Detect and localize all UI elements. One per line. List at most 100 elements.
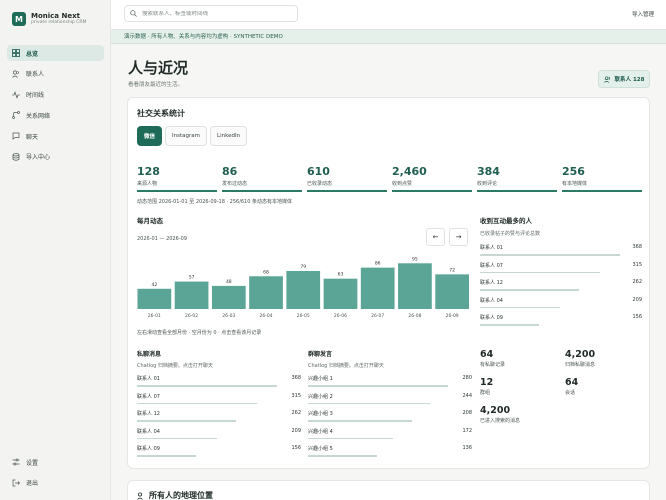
stat-label: 收到评论 <box>477 181 498 187</box>
list-item[interactable]: 联系人 09 156 <box>137 443 301 461</box>
users-icon <box>603 75 610 83</box>
activity-icon <box>12 90 20 99</box>
import-manage-link[interactable]: 导入管理 <box>632 10 654 18</box>
list-item-value: 368 <box>291 375 301 381</box>
list-item[interactable]: 兴趣小组 5 136 <box>308 443 472 461</box>
list-item[interactable]: 联系人 12 262 <box>137 408 301 426</box>
geo-title: 所有人的地理位置 <box>149 491 213 500</box>
bar-26-06[interactable] <box>323 278 358 309</box>
bar-26-08[interactable] <box>398 263 432 309</box>
list-item-name: 兴趣小组 3 <box>308 411 333 417</box>
prev-month-button[interactable]: ← <box>426 228 445 246</box>
search-box[interactable] <box>124 5 298 22</box>
stat-likes: 2,460 收到点赞 <box>392 165 472 192</box>
list-item-value: 315 <box>632 261 642 268</box>
list-item-value: 156 <box>632 314 642 320</box>
list-item-name: 联系人 09 <box>480 315 503 321</box>
stat-label: 已收录动态 <box>307 181 333 187</box>
list-item-value: 172 <box>462 427 472 434</box>
sidebar-item-overview[interactable]: 总览 <box>7 45 104 61</box>
sidebar-item-logout[interactable]: 退出 <box>7 475 104 491</box>
sidebar-item-label: 设置 <box>26 459 39 467</box>
list-item[interactable]: 兴趣小组 2 244 <box>308 391 472 409</box>
search-input[interactable] <box>142 10 292 17</box>
bar-26-07[interactable] <box>360 267 395 309</box>
bar-value-label: 95 <box>412 256 418 262</box>
stat-label: 收到点赞 <box>392 181 413 187</box>
stat-underline <box>307 190 387 192</box>
bar-26-09[interactable] <box>435 274 469 309</box>
topbar: 导入管理 <box>111 0 666 30</box>
list-item[interactable]: 联系人 01 368 <box>480 242 642 260</box>
sidebar-item-settings[interactable]: 设置 <box>7 454 104 470</box>
list-item-name: 兴趣小组 2 <box>308 393 333 400</box>
mini-stat-value: 64 <box>565 377 579 388</box>
contacts-count-label: 联系人 128 <box>614 77 645 83</box>
sidebar-item-label: 退出 <box>26 480 39 488</box>
tab-linkedin[interactable]: LinkedIn <box>210 126 248 146</box>
list-item[interactable]: 联系人 12 262 <box>480 277 642 295</box>
x-tick-label: 26-01 <box>148 313 161 319</box>
bar-26-03[interactable] <box>211 285 246 309</box>
bar-value-label: 57 <box>189 275 195 281</box>
list-item-bar <box>480 306 560 308</box>
top-interactions-title: 收到互动最多的人 <box>480 217 532 225</box>
next-month-button[interactable]: → <box>449 228 468 246</box>
sidebar-item-import[interactable]: 导入中心 <box>7 149 104 165</box>
list-item[interactable]: 联系人 04 209 <box>480 295 642 313</box>
list-item[interactable]: 联系人 07 315 <box>480 260 642 278</box>
list-item[interactable]: 联系人 09 156 <box>480 312 642 330</box>
bar-26-02[interactable] <box>174 281 209 309</box>
list-item-name: 联系人 01 <box>480 245 503 251</box>
x-tick-label: 26-07 <box>371 313 384 319</box>
list-item-name: 联系人 07 <box>480 262 503 269</box>
list-item[interactable]: 兴趣小组 1 280 <box>308 373 472 391</box>
list-item[interactable]: 兴趣小组 4 172 <box>308 426 472 444</box>
bar-26-01[interactable] <box>137 288 172 309</box>
stat-value: 86 <box>222 165 238 178</box>
list-item-name: 联系人 12 <box>480 280 503 286</box>
list-item-value: 280 <box>462 375 472 381</box>
stat-media: 256 有本地媒体 <box>562 165 642 192</box>
geo-title-row: 所有人的地理位置 <box>137 490 213 500</box>
mini-stat-label: 归档私聊消息 <box>565 362 596 368</box>
stat-posters: 86 发布过动态 <box>222 165 302 192</box>
mini-stat-label: 会话 <box>565 390 576 396</box>
monthly-bar-chart: 42 26-01 57 26-02 48 26-03 68 26-04 79 26-05 63 26-… <box>137 256 469 319</box>
monthly-chart-title: 每月动态 <box>137 217 163 225</box>
chat-icon <box>12 132 20 140</box>
list-item[interactable]: 联系人 01 368 <box>137 373 301 391</box>
contacts-count-button[interactable]: 联系人 128 <box>598 70 650 88</box>
sidebar-item-label: 时间线 <box>26 92 45 100</box>
range-note: 动态范围 2026-01-01 至 2026-09-18 · 256/610 条… <box>137 199 293 205</box>
bar-value-label: 63 <box>338 272 344 278</box>
sidebar-item-label: 导入中心 <box>26 154 51 162</box>
sidebar-item-contacts[interactable]: 联系人 <box>7 66 104 82</box>
list-item-name: 兴趣小组 1 <box>308 376 333 382</box>
list-item[interactable]: 联系人 07 315 <box>137 391 301 409</box>
top-interactions-list: 联系人 01 368 联系人 07 315 联系人 12 262 联系人 04 209 联系人 … <box>480 242 642 330</box>
tab-wechat[interactable]: 微信 <box>137 126 163 146</box>
top-interactions-panel: 收到互动最多的人 已收录帖子的赞与评论总数 联系人 01 368 联系人 07 315… <box>480 215 642 330</box>
sidebar-item-timeline[interactable]: 时间线 <box>7 87 104 103</box>
x-tick-label: 26-09 <box>446 313 459 319</box>
bar-26-05[interactable] <box>286 270 321 309</box>
bar-26-04[interactable] <box>249 276 283 309</box>
sidebar-item-network[interactable]: 关系网络 <box>7 107 104 123</box>
list-item-value: 208 <box>462 410 472 416</box>
tab-instagram[interactable]: Instagram <box>165 126 207 146</box>
list-item-bar <box>308 385 448 387</box>
sidebar-item-chat[interactable]: 聊天 <box>7 128 104 144</box>
list-item[interactable]: 联系人 04 209 <box>137 426 301 444</box>
x-tick-label: 26-02 <box>185 313 198 319</box>
page-subtitle: 看看朋友最近的生活。 <box>128 82 184 88</box>
sidebar-item-label: 联系人 <box>26 71 45 79</box>
stat-comments: 384 收到评论 <box>477 165 557 192</box>
stat-underline <box>562 190 642 192</box>
x-tick-label: 26-08 <box>408 313 421 319</box>
sidebar-item-label: 关系网络 <box>26 112 51 120</box>
list-item[interactable]: 兴趣小组 3 208 <box>308 408 472 426</box>
list-item-name: 兴趣小组 5 <box>308 446 333 452</box>
top-interactions-subtitle: 已收录帖子的赞与评论总数 <box>480 231 541 237</box>
brand[interactable]: M Monica Next private relationship CRM <box>12 12 86 26</box>
